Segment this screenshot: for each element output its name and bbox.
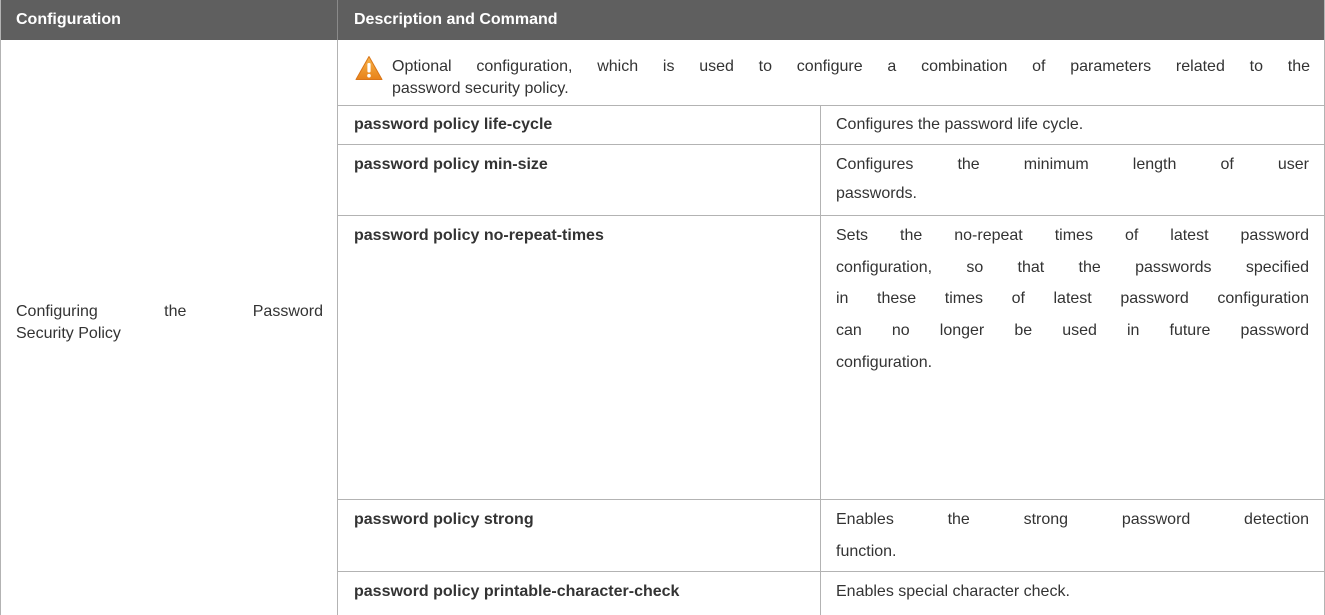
description-strong-line2: function. bbox=[836, 543, 897, 560]
description-life-cycle: Configures the password life cycle. bbox=[836, 116, 1084, 133]
description-no-repeat-line4: can no longer be used in future password bbox=[836, 322, 1309, 339]
description-no-repeat-line2: configuration, so that the passwords spe… bbox=[836, 259, 1309, 276]
row-divider bbox=[338, 571, 1325, 572]
description-no-repeat-line5: configuration. bbox=[836, 354, 933, 371]
header-configuration: Configuration bbox=[16, 11, 121, 28]
row-divider bbox=[338, 105, 1325, 106]
row-divider bbox=[338, 144, 1325, 145]
description-strong-line1: Enables the strong password detection bbox=[836, 511, 1309, 528]
command-life-cycle: password policy life-cycle bbox=[354, 116, 553, 133]
row-divider bbox=[338, 499, 1325, 500]
header-description-and-command: Description and Command bbox=[354, 11, 558, 28]
description-min-size-line2: passwords. bbox=[836, 185, 917, 202]
warning-icon bbox=[355, 56, 383, 80]
row-divider bbox=[338, 215, 1325, 216]
note-text-line2: password security policy. bbox=[392, 80, 569, 97]
header-divider bbox=[337, 0, 338, 40]
description-no-repeat-line1: Sets the no-repeat times of latest passw… bbox=[836, 227, 1309, 244]
command-strong: password policy strong bbox=[354, 511, 534, 528]
inner-column-divider bbox=[820, 105, 821, 615]
configuration-name-line2: Security Policy bbox=[16, 325, 121, 342]
table-header-row bbox=[0, 0, 1325, 40]
description-printable-character-check: Enables special character check. bbox=[836, 583, 1070, 600]
table-left-border bbox=[0, 0, 1, 615]
column-divider bbox=[337, 40, 338, 615]
command-no-repeat-times: password policy no-repeat-times bbox=[354, 227, 604, 244]
description-min-size-line1: Configures the minimum length of user bbox=[836, 156, 1309, 173]
command-printable-character-check: password policy printable-character-chec… bbox=[354, 583, 680, 600]
command-min-size: password policy min-size bbox=[354, 156, 548, 173]
description-no-repeat-line3: in these times of latest password config… bbox=[836, 290, 1309, 307]
